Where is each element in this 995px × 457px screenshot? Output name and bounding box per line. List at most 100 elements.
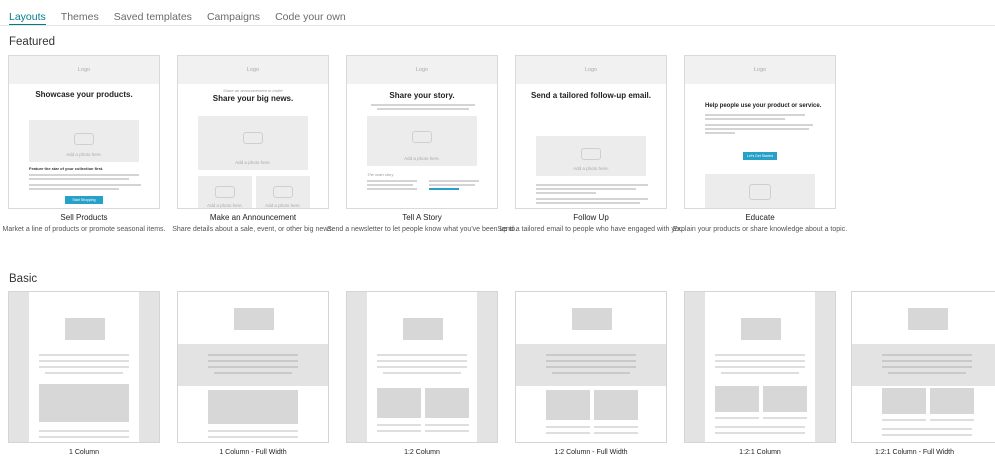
text-line bbox=[715, 354, 805, 356]
text-line bbox=[888, 372, 966, 374]
tab-layouts[interactable]: Layouts bbox=[9, 0, 46, 26]
text-line bbox=[29, 184, 141, 186]
text-line bbox=[705, 132, 735, 134]
text-line bbox=[705, 124, 813, 126]
text-line bbox=[546, 432, 590, 434]
logo-block bbox=[65, 318, 105, 340]
image-block bbox=[763, 386, 807, 412]
template-name[interactable]: Follow Up bbox=[515, 213, 667, 222]
photo-placeholder: Add a photo here. bbox=[198, 176, 252, 208]
thumb-button: Let's Get Started bbox=[743, 152, 777, 160]
text-line bbox=[721, 372, 799, 374]
image-block bbox=[882, 388, 926, 414]
text-line bbox=[546, 360, 636, 362]
template-name[interactable]: Make an Announcement bbox=[177, 213, 329, 222]
text-line bbox=[882, 428, 972, 430]
logo-placeholder: Logo bbox=[685, 56, 835, 84]
tab-saved-templates[interactable]: Saved templates bbox=[114, 0, 192, 26]
text-line bbox=[377, 366, 467, 368]
text-line bbox=[536, 198, 648, 200]
template-card-1-column[interactable]: 1 Column bbox=[8, 291, 160, 456]
text-line bbox=[715, 426, 805, 428]
text-line bbox=[208, 430, 298, 432]
image-block bbox=[377, 388, 421, 418]
template-card-1-2-1-column[interactable]: 1:2:1 Column bbox=[684, 291, 836, 456]
text-line bbox=[429, 184, 475, 186]
template-thumbnail[interactable] bbox=[684, 291, 836, 443]
image-icon bbox=[215, 186, 235, 199]
template-name[interactable]: 1:2 Column bbox=[346, 449, 498, 456]
text-line bbox=[377, 430, 421, 432]
template-card-1-column-full-width[interactable]: 1 Column - Full Width bbox=[177, 291, 329, 456]
template-thumbnail[interactable] bbox=[515, 291, 667, 443]
text-line bbox=[715, 417, 759, 419]
template-card-make-an-announcement[interactable]: Logo Share an announcement or invite! Sh… bbox=[172, 55, 334, 235]
text-line bbox=[377, 424, 421, 426]
text-line bbox=[536, 188, 636, 190]
template-card-tell-a-story[interactable]: Logo Share your story. Add a photo here.… bbox=[327, 55, 517, 235]
template-name[interactable]: 1 Column - Full Width bbox=[177, 449, 329, 456]
thumb-headline: Send a tailored follow-up email. bbox=[530, 91, 651, 100]
text-line bbox=[594, 432, 638, 434]
text-line bbox=[715, 366, 805, 368]
text-line bbox=[208, 436, 298, 438]
text-line bbox=[705, 128, 809, 130]
tab-campaigns[interactable]: Campaigns bbox=[207, 0, 260, 26]
text-line bbox=[39, 354, 129, 356]
template-name[interactable]: Educate bbox=[684, 213, 836, 222]
template-description: Share details about a sale, event, or ot… bbox=[172, 226, 334, 233]
thumb-button: Start Shopping bbox=[65, 196, 103, 204]
thumb-headline: Showcase your products. bbox=[35, 90, 133, 99]
template-thumbnail[interactable] bbox=[8, 291, 160, 443]
text-line bbox=[594, 426, 638, 428]
text-line bbox=[882, 360, 972, 362]
template-name[interactable]: 1:2:1 Column - Full Width bbox=[851, 449, 995, 456]
text-line bbox=[536, 202, 640, 204]
template-card-sell-products[interactable]: Logo Showcase your products. Add a photo… bbox=[2, 55, 166, 235]
template-thumbnail[interactable]: Logo Share an announcement or invite! Sh… bbox=[177, 55, 329, 209]
template-card-1-2-1-column-full-width[interactable]: 1:2:1 Column - Full Width bbox=[851, 291, 995, 456]
text-line bbox=[546, 354, 636, 356]
text-line bbox=[536, 184, 648, 186]
template-card-1-2-column-full-width[interactable]: 1:2 Column - Full Width bbox=[515, 291, 667, 456]
template-name[interactable]: Sell Products bbox=[8, 213, 160, 222]
text-line bbox=[705, 118, 785, 120]
template-thumbnail[interactable]: Logo Send a tailored follow-up email. Ad… bbox=[515, 55, 667, 209]
template-card-educate[interactable]: Logo Help people use your product or ser… bbox=[673, 55, 847, 235]
text-line bbox=[715, 432, 805, 434]
template-name[interactable]: Tell A Story bbox=[346, 213, 498, 222]
text-line bbox=[367, 184, 413, 186]
photo-placeholder: Add a photo here. bbox=[198, 116, 308, 170]
text-line bbox=[208, 366, 298, 368]
text-line bbox=[208, 354, 298, 356]
tab-themes[interactable]: Themes bbox=[61, 0, 99, 26]
photo-placeholder bbox=[705, 174, 815, 208]
template-card-follow-up[interactable]: Logo Send a tailored follow-up email. Ad… bbox=[497, 55, 685, 235]
template-name[interactable]: 1 Column bbox=[8, 449, 160, 456]
text-line bbox=[705, 114, 805, 116]
template-thumbnail[interactable] bbox=[177, 291, 329, 443]
link-line bbox=[429, 188, 459, 190]
template-thumbnail[interactable] bbox=[851, 291, 995, 443]
photo-placeholder: Add a photo here. bbox=[256, 176, 310, 208]
logo-placeholder: Logo bbox=[347, 56, 497, 84]
email-body bbox=[178, 292, 328, 442]
template-card-1-2-column[interactable]: 1:2 Column bbox=[346, 291, 498, 456]
template-thumbnail[interactable]: Logo Help people use your product or ser… bbox=[684, 55, 836, 209]
template-name[interactable]: 1:2:1 Column bbox=[684, 449, 836, 456]
logo-placeholder: Logo bbox=[178, 56, 328, 84]
full-width-band bbox=[852, 344, 995, 386]
template-name[interactable]: 1:2 Column - Full Width bbox=[515, 449, 667, 456]
text-line bbox=[377, 354, 467, 356]
template-thumbnail[interactable]: Logo Share your story. Add a photo here.… bbox=[346, 55, 498, 209]
text-line bbox=[882, 366, 972, 368]
email-body bbox=[29, 292, 139, 442]
tab-code-your-own[interactable]: Code your own bbox=[275, 0, 346, 26]
text-line bbox=[45, 372, 123, 374]
thumb-feature-text: Feature the star of your collection firs… bbox=[29, 166, 104, 171]
text-line bbox=[39, 360, 129, 362]
text-line bbox=[29, 178, 129, 180]
text-line bbox=[208, 360, 298, 362]
template-thumbnail[interactable]: Logo Showcase your products. Add a photo… bbox=[8, 55, 160, 209]
template-thumbnail[interactable] bbox=[346, 291, 498, 443]
